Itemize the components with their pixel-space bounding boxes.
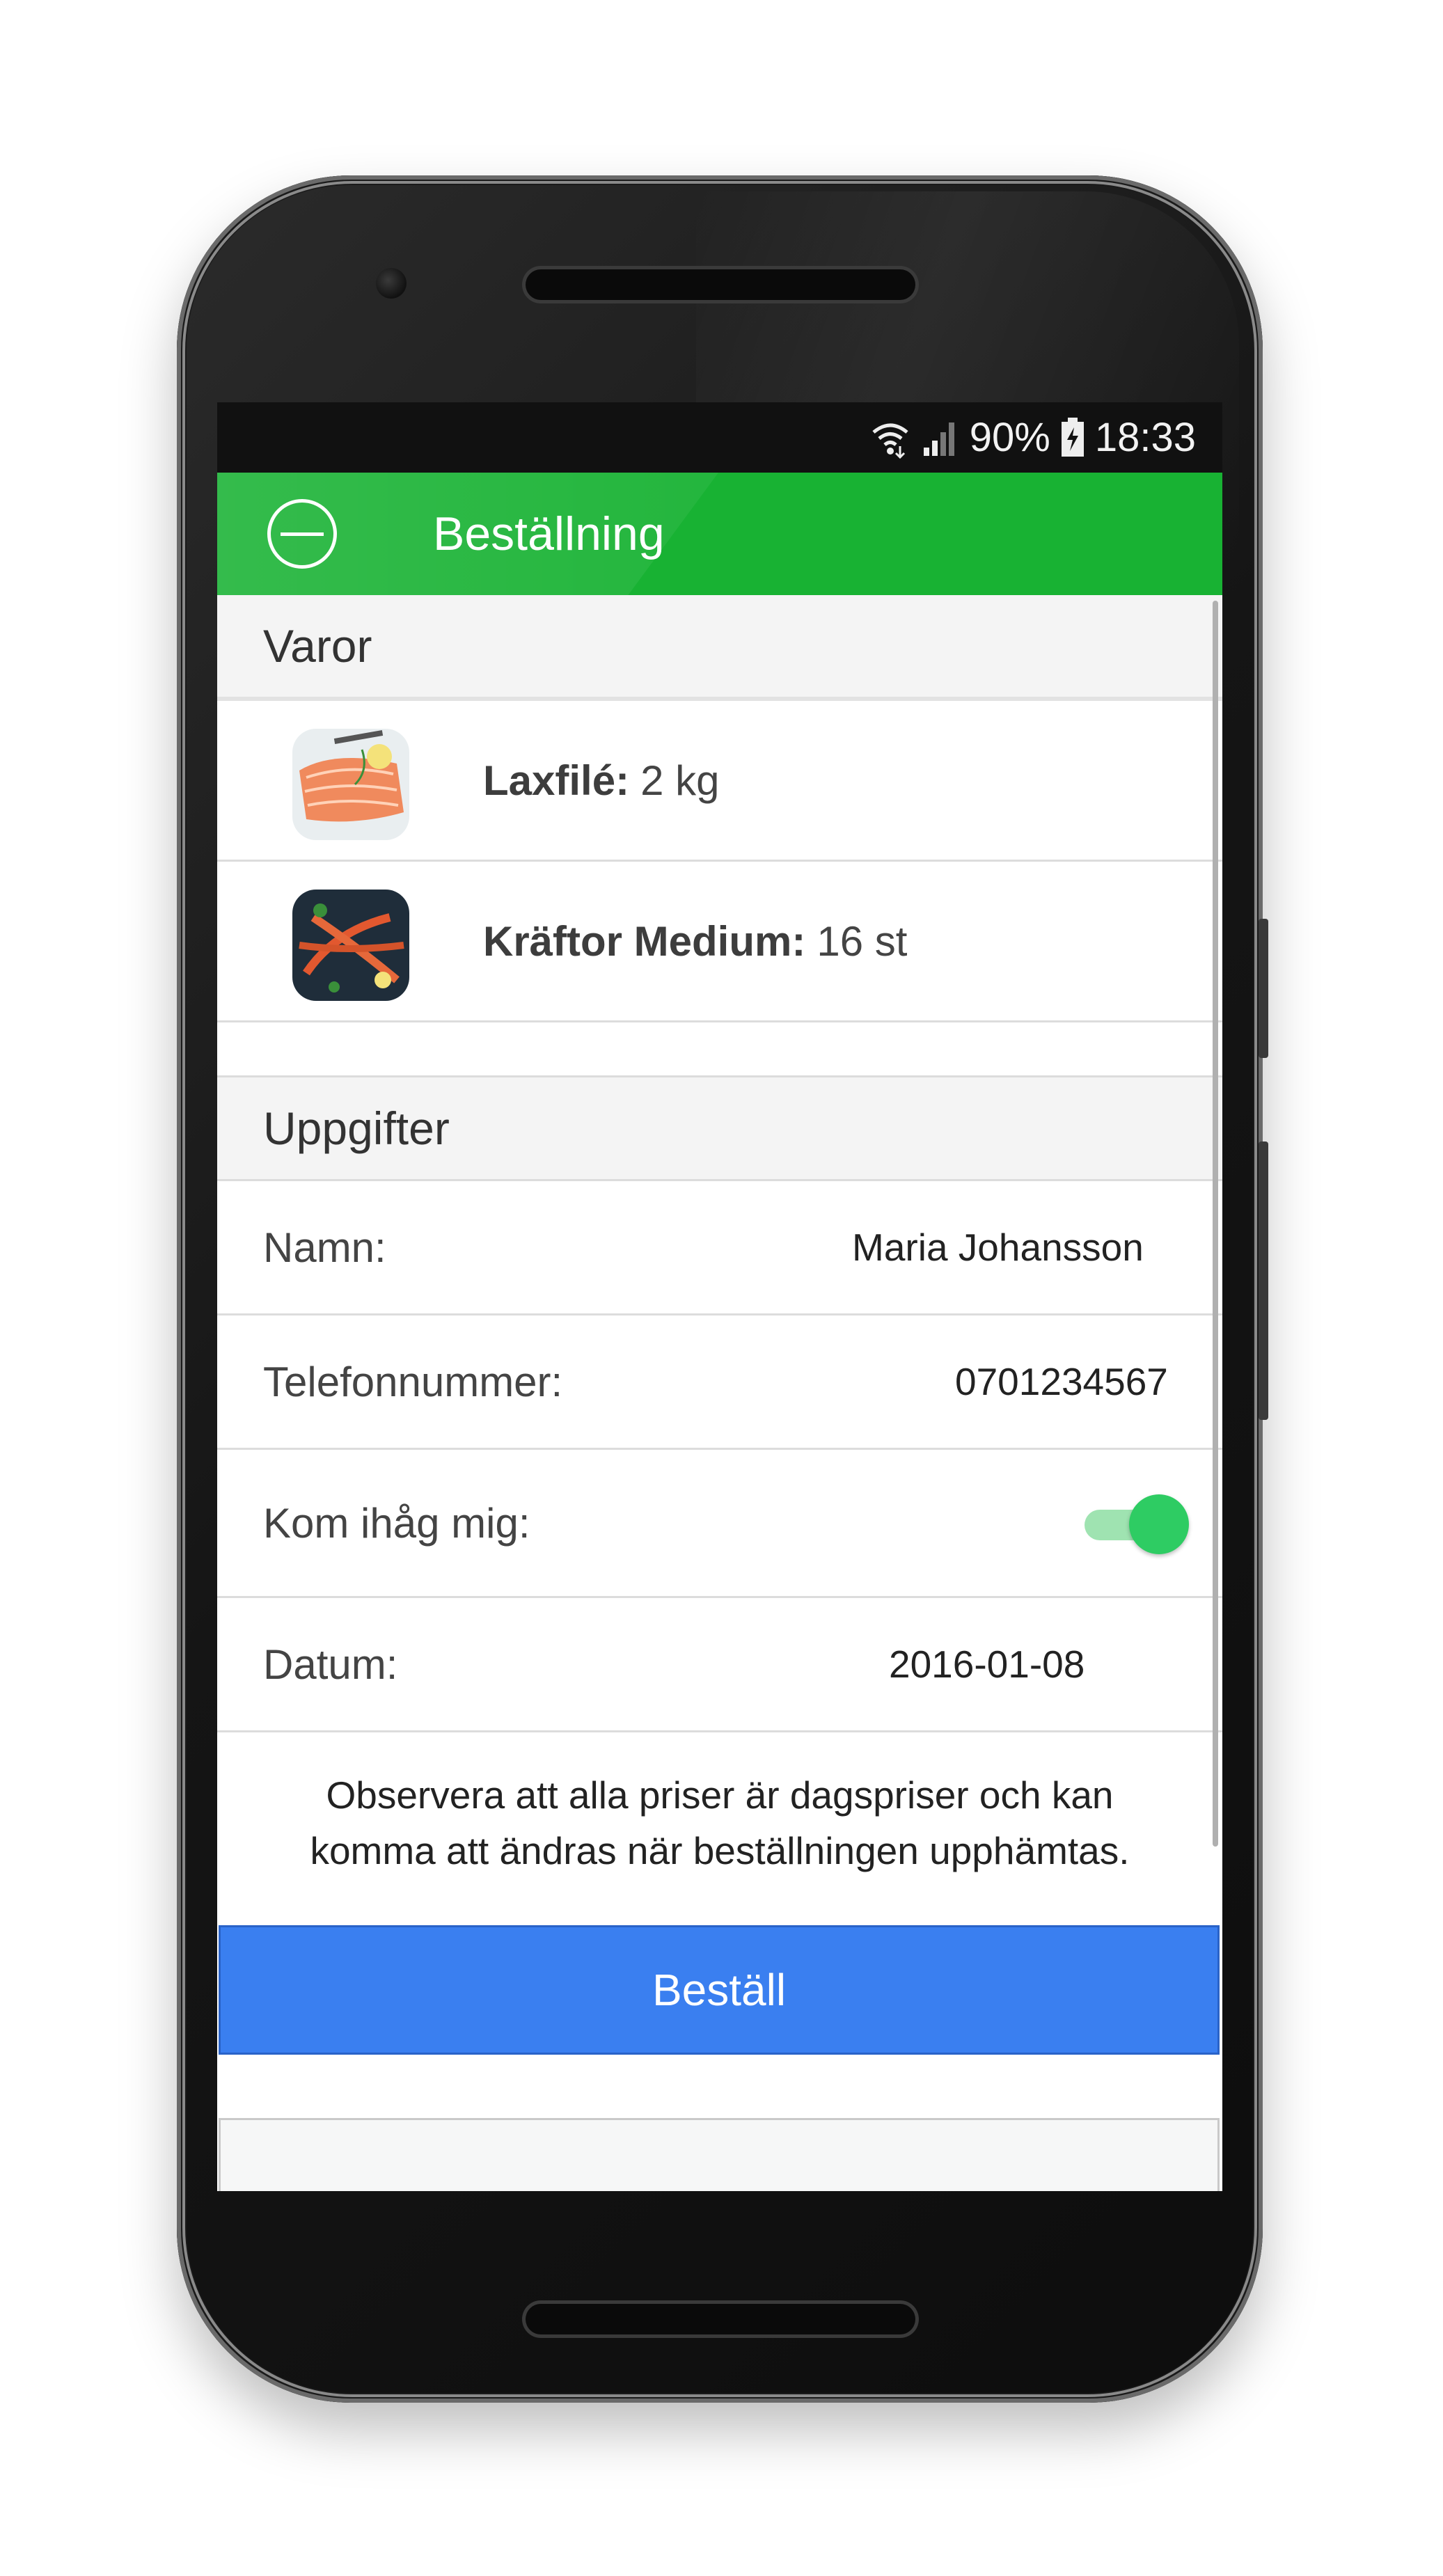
remember-toggle[interactable] — [1085, 1494, 1189, 1554]
order-button[interactable]: Beställ — [219, 1925, 1220, 2055]
status-bar: 90% 18:33 — [217, 402, 1222, 473]
battery-charging-icon — [1060, 417, 1085, 458]
items-section-header: Varor — [217, 595, 1222, 697]
notice-line-2: komma att ändras när beställningen upphä… — [310, 1829, 1130, 1872]
phone-row[interactable]: Telefonnummer: 0701234567 — [217, 1315, 1222, 1448]
date-row[interactable]: Datum: 2016-01-08 — [217, 1598, 1222, 1730]
phone-label: Telefonnummer: — [263, 1358, 563, 1405]
date-label: Datum: — [263, 1641, 398, 1688]
front-camera — [376, 268, 407, 299]
list-item: Laxfilé: 2 kg — [217, 701, 1222, 860]
product-quantity: 2 kg — [640, 757, 720, 804]
toggle-thumb — [1129, 1494, 1189, 1554]
volume-button — [1259, 919, 1268, 1058]
phone-field[interactable]: 0701234567 — [955, 1315, 1168, 1448]
product-name: Laxfilé: — [483, 757, 630, 804]
name-field[interactable]: Maria Johansson — [852, 1181, 1144, 1313]
phone-screen: 90% 18:33 Beställning Varor Laxfilé: 2 k… — [217, 402, 1222, 2191]
crayfish-image — [292, 890, 409, 1001]
name-label: Namn: — [263, 1224, 386, 1271]
date-field[interactable]: 2016-01-08 — [889, 1598, 1085, 1730]
details-section-title: Uppgifter — [263, 1103, 450, 1154]
power-button — [1259, 1141, 1268, 1420]
page-title: Beställning — [433, 507, 665, 560]
product-line: Laxfilé: 2 kg — [483, 701, 719, 860]
name-row[interactable]: Namn: Maria Johansson — [217, 1181, 1222, 1313]
items-section-title: Varor — [263, 620, 372, 672]
remember-label: Kom ihåg mig: — [263, 1499, 530, 1547]
top-speaker — [526, 269, 915, 300]
order-content[interactable]: Varor Laxfilé: 2 kg Kräftor Medium: 16 s… — [217, 595, 1222, 2191]
product-quantity: 16 st — [817, 917, 908, 965]
next-panel — [219, 2118, 1220, 2191]
bottom-speaker — [526, 2304, 915, 2334]
app-bar: Beställning — [217, 473, 1222, 595]
wifi-icon — [869, 417, 911, 459]
minus-circle-icon[interactable] — [267, 499, 337, 569]
signal-icon — [921, 418, 960, 457]
product-line: Kräftor Medium: 16 st — [483, 862, 907, 1020]
details-section-header: Uppgifter — [217, 1077, 1222, 1179]
divider — [217, 1730, 1222, 1732]
battery-percent: 90% — [969, 415, 1050, 460]
scrollbar[interactable] — [1213, 601, 1218, 1847]
list-item: Kräftor Medium: 16 st — [217, 862, 1222, 1020]
minus-glyph — [281, 532, 324, 536]
clock: 18:33 — [1094, 415, 1196, 460]
price-notice: Observera att alla priser är dagspriser … — [217, 1767, 1222, 1879]
notice-line-1: Observera att alla priser är dagspriser … — [326, 1773, 1114, 1817]
salmon-fillet-image — [292, 729, 409, 840]
product-name: Kräftor Medium: — [483, 917, 806, 965]
divider — [217, 1020, 1222, 1022]
remember-row: Kom ihåg mig: — [217, 1450, 1222, 1596]
